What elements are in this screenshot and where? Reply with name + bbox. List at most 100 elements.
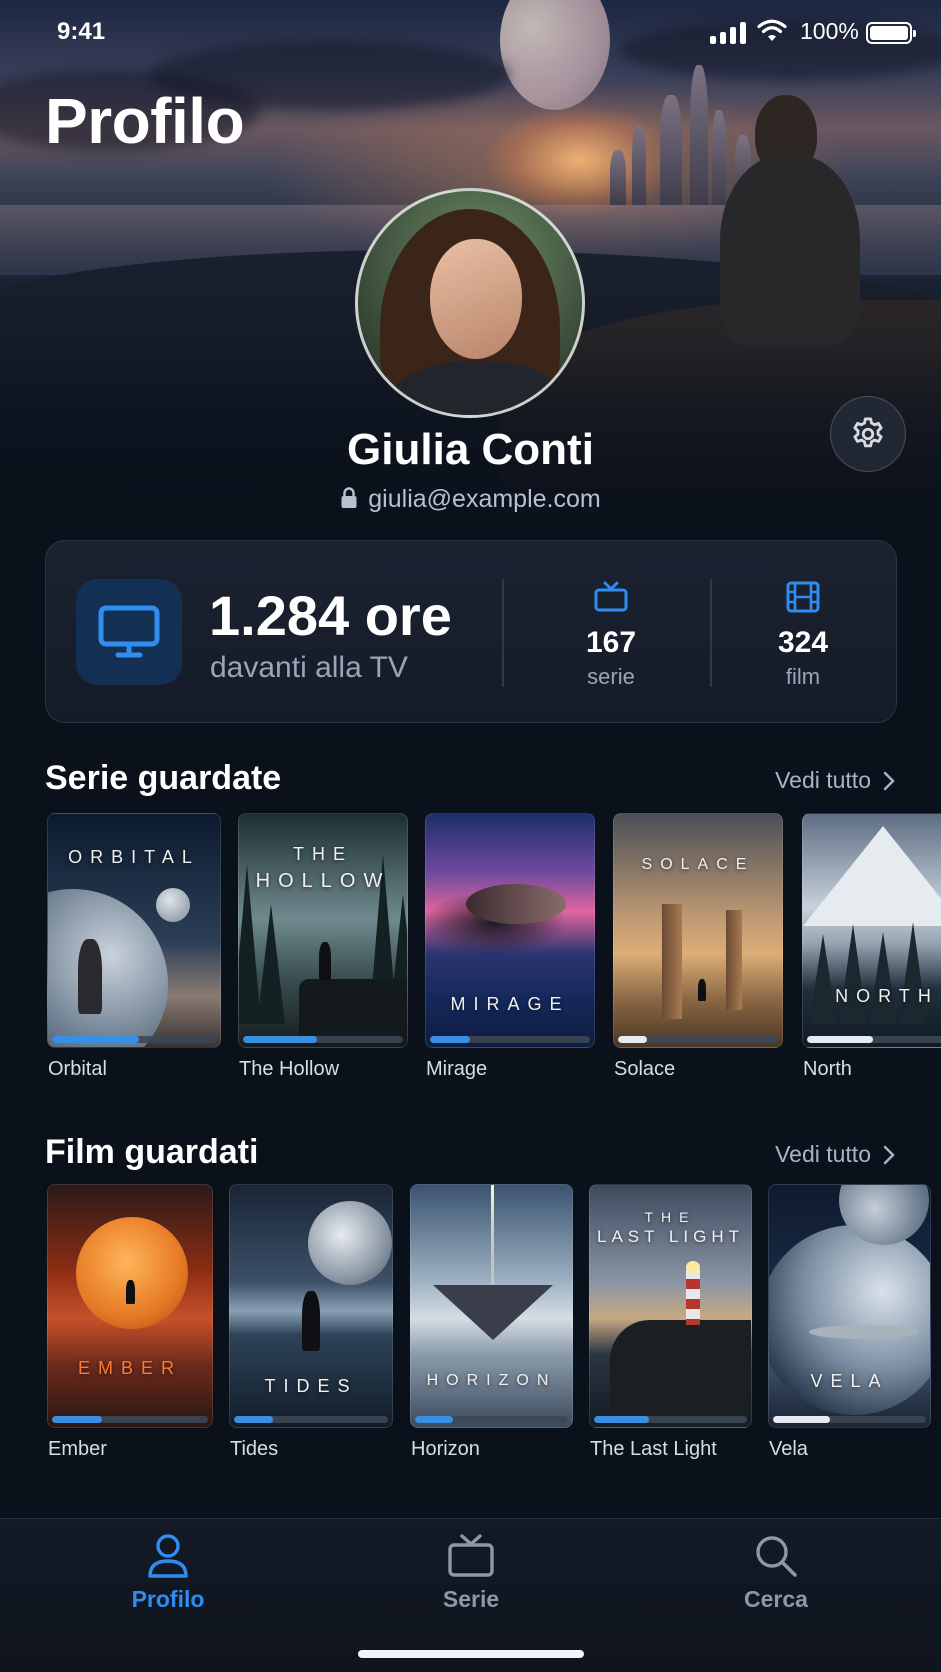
poster-north: NORTH xyxy=(802,813,941,1048)
tv-stat-tile xyxy=(76,579,182,685)
tab-profilo[interactable]: Profilo xyxy=(88,1533,248,1613)
seated-figure xyxy=(700,95,870,345)
series-title: The Hollow xyxy=(239,1058,340,1080)
poster-solace: SOLACE xyxy=(613,813,783,1048)
film-title: Ember xyxy=(48,1438,107,1460)
poster-ember: EMBER xyxy=(47,1184,213,1428)
poster-title: LAST LIGHT xyxy=(597,1227,744,1246)
series-card-solace[interactable]: SOLACE Solace xyxy=(613,813,783,1080)
series-title: North xyxy=(803,1058,852,1080)
tv-icon xyxy=(448,1534,494,1577)
series-title: Orbital xyxy=(48,1058,107,1080)
films-count-label: film xyxy=(785,664,821,689)
films-section-title: Film guardati xyxy=(45,1133,259,1171)
series-title: Solace xyxy=(614,1058,676,1080)
poster-title: SOLACE xyxy=(641,856,755,873)
progress-bar xyxy=(243,1036,403,1043)
poster-title: HORIZON xyxy=(426,1372,557,1389)
user-email-row: giulia@example.com xyxy=(0,485,941,514)
avatar[interactable] xyxy=(355,188,585,418)
series-card-the-hollow[interactable]: THE HOLLOW The Hollow xyxy=(238,813,408,1080)
battery-icon xyxy=(866,22,916,44)
progress-bar xyxy=(618,1036,778,1043)
poster-title: NORTH xyxy=(835,986,939,1006)
poster-title: ORBITAL xyxy=(68,847,200,867)
tab-serie[interactable]: Serie xyxy=(391,1533,551,1613)
user-email: giulia@example.com xyxy=(368,485,601,513)
poster-title-top: THE xyxy=(293,844,353,864)
series-title: Mirage xyxy=(426,1058,488,1080)
stats-divider xyxy=(502,579,504,687)
film-title: Tides xyxy=(230,1438,279,1460)
progress-bar xyxy=(807,1036,941,1043)
films-see-all-link[interactable]: Vedi tutto xyxy=(775,1141,895,1168)
series-carousel[interactable]: ORBITAL Orbital THE HOLLOW The Hollow MI… xyxy=(47,813,941,1113)
hours-watched-value: 1.284 ore xyxy=(209,584,452,647)
progress-bar xyxy=(594,1416,747,1423)
status-time: 9:41 xyxy=(57,18,106,45)
series-card-north[interactable]: NORTH North xyxy=(802,813,941,1080)
series-see-all-link[interactable]: Vedi tutto xyxy=(775,767,895,794)
cellular-signal-icon xyxy=(710,22,746,44)
film-card-tides[interactable]: TIDES Tides xyxy=(229,1184,393,1460)
status-bar: 9:41 100% xyxy=(0,14,941,50)
film-title: Horizon xyxy=(411,1438,480,1460)
film-title: Vela xyxy=(769,1438,808,1460)
progress-bar xyxy=(430,1036,590,1043)
tv-icon xyxy=(594,581,628,612)
films-carousel[interactable]: EMBER Ember TIDES Tides HORIZON Horizon … xyxy=(47,1184,941,1484)
home-indicator[interactable] xyxy=(358,1650,584,1658)
poster-title: HOLLOW xyxy=(255,870,391,892)
series-count-label: serie xyxy=(587,664,635,689)
poster-vela: VELA xyxy=(768,1184,931,1428)
film-card-horizon[interactable]: HORIZON Horizon xyxy=(410,1184,573,1460)
poster-horizon: HORIZON xyxy=(410,1184,573,1428)
progress-bar xyxy=(52,1036,216,1043)
bottom-tab-bar: Profilo Serie Cerca xyxy=(0,1518,941,1672)
films-count-stat: 324 film xyxy=(738,581,868,690)
battery-percentage: 100% xyxy=(800,18,859,44)
see-all-label: Vedi tutto xyxy=(775,1141,871,1167)
progress-bar xyxy=(415,1416,568,1423)
film-icon xyxy=(786,581,820,613)
poster-title: EMBER xyxy=(77,1358,182,1378)
poster-title: VELA xyxy=(810,1371,889,1391)
series-section-title: Serie guardate xyxy=(45,759,282,797)
progress-bar xyxy=(234,1416,388,1423)
tab-label: Profilo xyxy=(131,1586,205,1612)
see-all-label: Vedi tutto xyxy=(775,767,871,793)
series-card-orbital[interactable]: ORBITAL Orbital xyxy=(47,813,221,1080)
poster-the-hollow: THE HOLLOW xyxy=(238,813,408,1048)
lock-icon xyxy=(341,487,357,508)
poster-the-last-light: THE LAST LIGHT xyxy=(589,1184,752,1428)
tab-label: Cerca xyxy=(744,1586,808,1612)
series-count: 167 xyxy=(585,626,637,659)
chevron-right-icon xyxy=(883,771,895,790)
stats-divider xyxy=(710,579,712,687)
film-title: The Last Light xyxy=(590,1438,717,1460)
search-icon xyxy=(756,1536,797,1577)
wifi-icon xyxy=(757,19,787,41)
film-card-ember[interactable]: EMBER Ember xyxy=(47,1184,213,1460)
watch-stats-card: 1.284 ore davanti alla TV 167 serie 324 … xyxy=(45,540,897,723)
poster-mirage: MIRAGE xyxy=(425,813,595,1048)
monitor-icon xyxy=(98,605,160,658)
tab-cerca[interactable]: Cerca xyxy=(696,1533,856,1613)
chevron-right-icon xyxy=(883,1145,895,1164)
page-title: Profilo xyxy=(45,85,245,157)
film-card-the-last-light[interactable]: THE LAST LIGHT The Last Light xyxy=(589,1184,752,1460)
poster-title: MIRAGE xyxy=(450,994,570,1014)
user-name: Giulia Conti xyxy=(347,425,594,474)
film-card-vela[interactable]: VELA Vela xyxy=(768,1184,931,1460)
films-count: 324 xyxy=(777,626,829,659)
series-card-mirage[interactable]: MIRAGE Mirage xyxy=(425,813,595,1080)
tab-label: Serie xyxy=(442,1586,500,1612)
poster-title-top: THE xyxy=(644,1209,697,1225)
progress-bar xyxy=(52,1416,208,1423)
poster-tides: TIDES xyxy=(229,1184,393,1428)
poster-orbital: ORBITAL xyxy=(47,813,221,1048)
progress-bar xyxy=(773,1416,926,1423)
person-icon xyxy=(148,1534,188,1578)
poster-title: TIDES xyxy=(264,1376,358,1396)
hours-watched-caption: davanti alla TV xyxy=(210,651,408,684)
